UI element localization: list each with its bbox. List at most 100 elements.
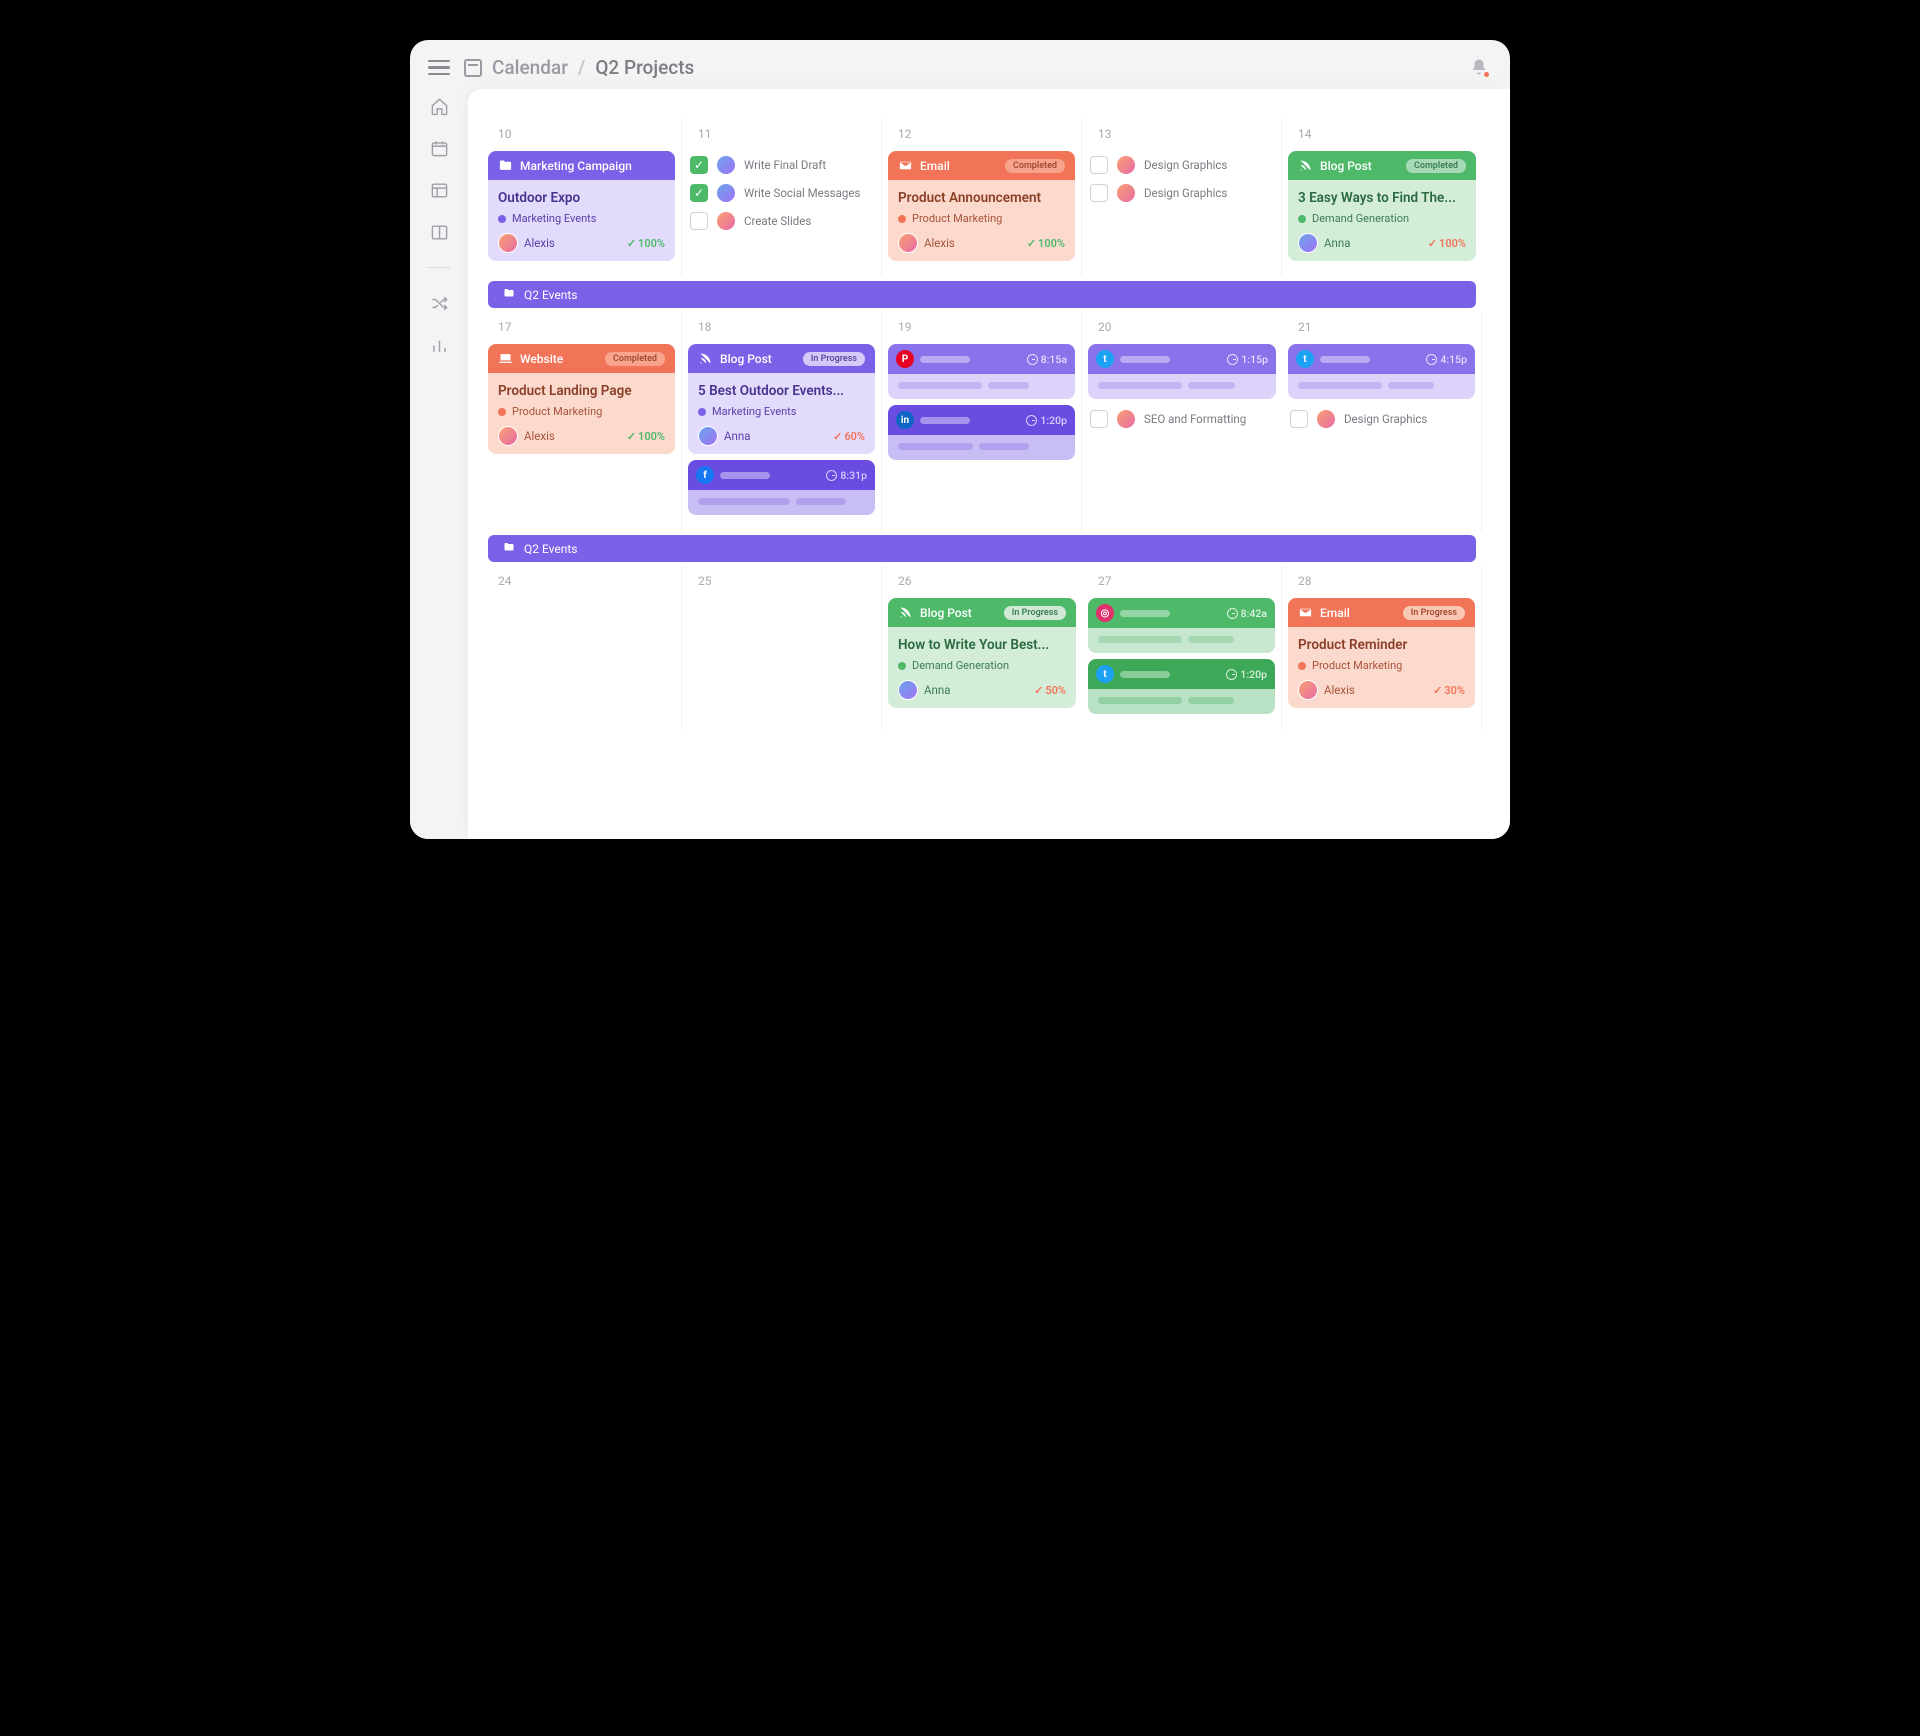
checkbox[interactable] — [1290, 410, 1308, 428]
status-pill: In Progress — [803, 352, 865, 366]
task-row[interactable]: ✓ Write Final Draft — [688, 151, 875, 179]
card-website-landing[interactable]: Website Completed Product Landing Page P… — [488, 344, 675, 454]
task-row[interactable]: SEO and Formatting — [1088, 405, 1276, 433]
notifications-button[interactable] — [1470, 58, 1488, 78]
card-blog-write-best[interactable]: Blog Post In Progress How to Write Your … — [888, 598, 1076, 708]
avatar — [716, 183, 736, 203]
folder-icon — [502, 287, 516, 302]
day-25[interactable]: 25 — [682, 566, 882, 730]
day-20[interactable]: 20 t1:15p SEO and Formatting — [1082, 312, 1282, 531]
app-window: Calendar / Q2 Projects 10 — [410, 40, 1510, 839]
card-tag: Product Marketing — [912, 212, 1002, 225]
day-number: 18 — [688, 312, 875, 344]
day-number: 21 — [1288, 312, 1475, 344]
status-pill: Completed — [1406, 159, 1466, 173]
twitter-icon: t — [1296, 350, 1314, 368]
twitter-icon: t — [1096, 665, 1114, 683]
breadcrumb-current[interactable]: Q2 Projects — [595, 56, 694, 79]
menu-toggle[interactable] — [428, 60, 450, 76]
card-header-label: Website — [520, 352, 563, 366]
day-13[interactable]: 13 Design Graphics Design Graphics — [1082, 119, 1282, 277]
card-email-reminder[interactable]: Email In Progress Product Reminder Produ… — [1288, 598, 1475, 708]
day-number: 27 — [1088, 566, 1275, 598]
social-twitter[interactable]: t4:15p — [1288, 344, 1475, 399]
card-header-label: Email — [1320, 606, 1350, 620]
checkbox[interactable] — [1090, 184, 1108, 202]
progress: 100% — [1439, 237, 1466, 250]
day-26[interactable]: 26 Blog Post In Progress How to Write Yo… — [882, 566, 1082, 730]
span-bar-q2-events[interactable]: Q2 Events — [488, 281, 1476, 308]
day-19[interactable]: 19 P8:15a in1:20p — [882, 312, 1082, 531]
day-24[interactable]: 24 — [482, 566, 682, 730]
breadcrumb-root[interactable]: Calendar — [492, 56, 568, 79]
checkbox-done[interactable]: ✓ — [690, 156, 708, 174]
day-12[interactable]: 12 Email Completed Product Announcement … — [882, 119, 1082, 277]
card-title: Product Landing Page — [498, 383, 665, 399]
span-bar-q2-events-2[interactable]: Q2 Events — [488, 535, 1476, 562]
avatar — [498, 426, 518, 446]
checkbox[interactable] — [1090, 156, 1108, 174]
avatar — [1298, 680, 1318, 700]
day-17[interactable]: 17 Website Completed Product Landing Pag… — [482, 312, 682, 531]
day-27[interactable]: 27 ◎8:42a t1:20p — [1082, 566, 1282, 730]
checkbox[interactable] — [1090, 410, 1108, 428]
avatar — [1316, 409, 1336, 429]
folder-icon — [502, 541, 516, 556]
shuffle-icon[interactable] — [428, 292, 450, 314]
task-row[interactable]: Create Slides — [688, 207, 875, 235]
task-row[interactable]: Design Graphics — [1088, 179, 1275, 207]
clock-icon — [1226, 669, 1237, 680]
day-18[interactable]: 18 Blog Post In Progress 5 Best Outdoor … — [682, 312, 882, 531]
assignee: Alexis — [524, 236, 555, 250]
task-row[interactable]: Design Graphics — [1088, 151, 1275, 179]
task-label: Write Final Draft — [744, 158, 826, 172]
task-label: Design Graphics — [1344, 412, 1427, 426]
clock-icon — [1227, 354, 1238, 365]
day-28[interactable]: 28 Email In Progress Product Reminder Pr… — [1282, 566, 1482, 730]
checkbox-done[interactable]: ✓ — [690, 184, 708, 202]
home-icon[interactable] — [428, 95, 450, 117]
task-label: SEO and Formatting — [1144, 412, 1246, 426]
card-marketing-campaign[interactable]: Marketing Campaign Outdoor Expo Marketin… — [488, 151, 675, 261]
layout-icon[interactable] — [428, 179, 450, 201]
task-row[interactable]: ✓Write Social Messages — [688, 179, 875, 207]
avatar — [1116, 183, 1136, 203]
task-row[interactable]: Design Graphics — [1288, 405, 1475, 433]
card-blog-outdoor[interactable]: Blog Post In Progress 5 Best Outdoor Eve… — [688, 344, 875, 454]
instagram-icon: ◎ — [1096, 604, 1114, 622]
day-number: 11 — [688, 119, 875, 151]
social-linkedin[interactable]: in1:20p — [888, 405, 1075, 460]
columns-icon[interactable] — [428, 221, 450, 243]
avatar — [1116, 409, 1136, 429]
card-title: Outdoor Expo — [498, 190, 665, 206]
avatar — [498, 233, 518, 253]
day-number: 24 — [488, 566, 675, 598]
assignee: Anna — [924, 683, 950, 697]
assignee: Anna — [724, 429, 750, 443]
social-pinterest[interactable]: P8:15a — [888, 344, 1075, 399]
day-11[interactable]: 11 ✓ Write Final Draft ✓Write Social Mess… — [682, 119, 882, 277]
day-14[interactable]: 14 Blog Post Completed 3 Easy Ways to Fi… — [1282, 119, 1482, 277]
day-number: 14 — [1288, 119, 1476, 151]
progress: 100% — [638, 237, 665, 250]
social-facebook[interactable]: f8:31p — [688, 460, 875, 515]
analytics-icon[interactable] — [428, 334, 450, 356]
checkbox[interactable] — [690, 212, 708, 230]
folder-icon — [498, 158, 513, 173]
day-10[interactable]: 10 Marketing Campaign Outdoor Expo Marke… — [482, 119, 682, 277]
social-twitter[interactable]: t1:20p — [1088, 659, 1275, 714]
calendar-content: 10 Marketing Campaign Outdoor Expo Marke… — [468, 89, 1510, 839]
social-twitter[interactable]: t1:15p — [1088, 344, 1276, 399]
card-tag: Product Marketing — [1312, 659, 1402, 672]
day-number: 26 — [888, 566, 1076, 598]
card-blog-find[interactable]: Blog Post Completed 3 Easy Ways to Find … — [1288, 151, 1476, 261]
card-tag: Demand Generation — [912, 659, 1009, 672]
card-email-announcement[interactable]: Email Completed Product Announcement Pro… — [888, 151, 1075, 261]
calendar-nav-icon[interactable] — [428, 137, 450, 159]
day-21[interactable]: 21 t4:15p Design Graphics — [1282, 312, 1482, 531]
twitter-icon: t — [1096, 350, 1114, 368]
day-number: 17 — [488, 312, 675, 344]
social-instagram[interactable]: ◎8:42a — [1088, 598, 1275, 653]
linkedin-icon: in — [896, 411, 914, 429]
day-number: 25 — [688, 566, 875, 598]
